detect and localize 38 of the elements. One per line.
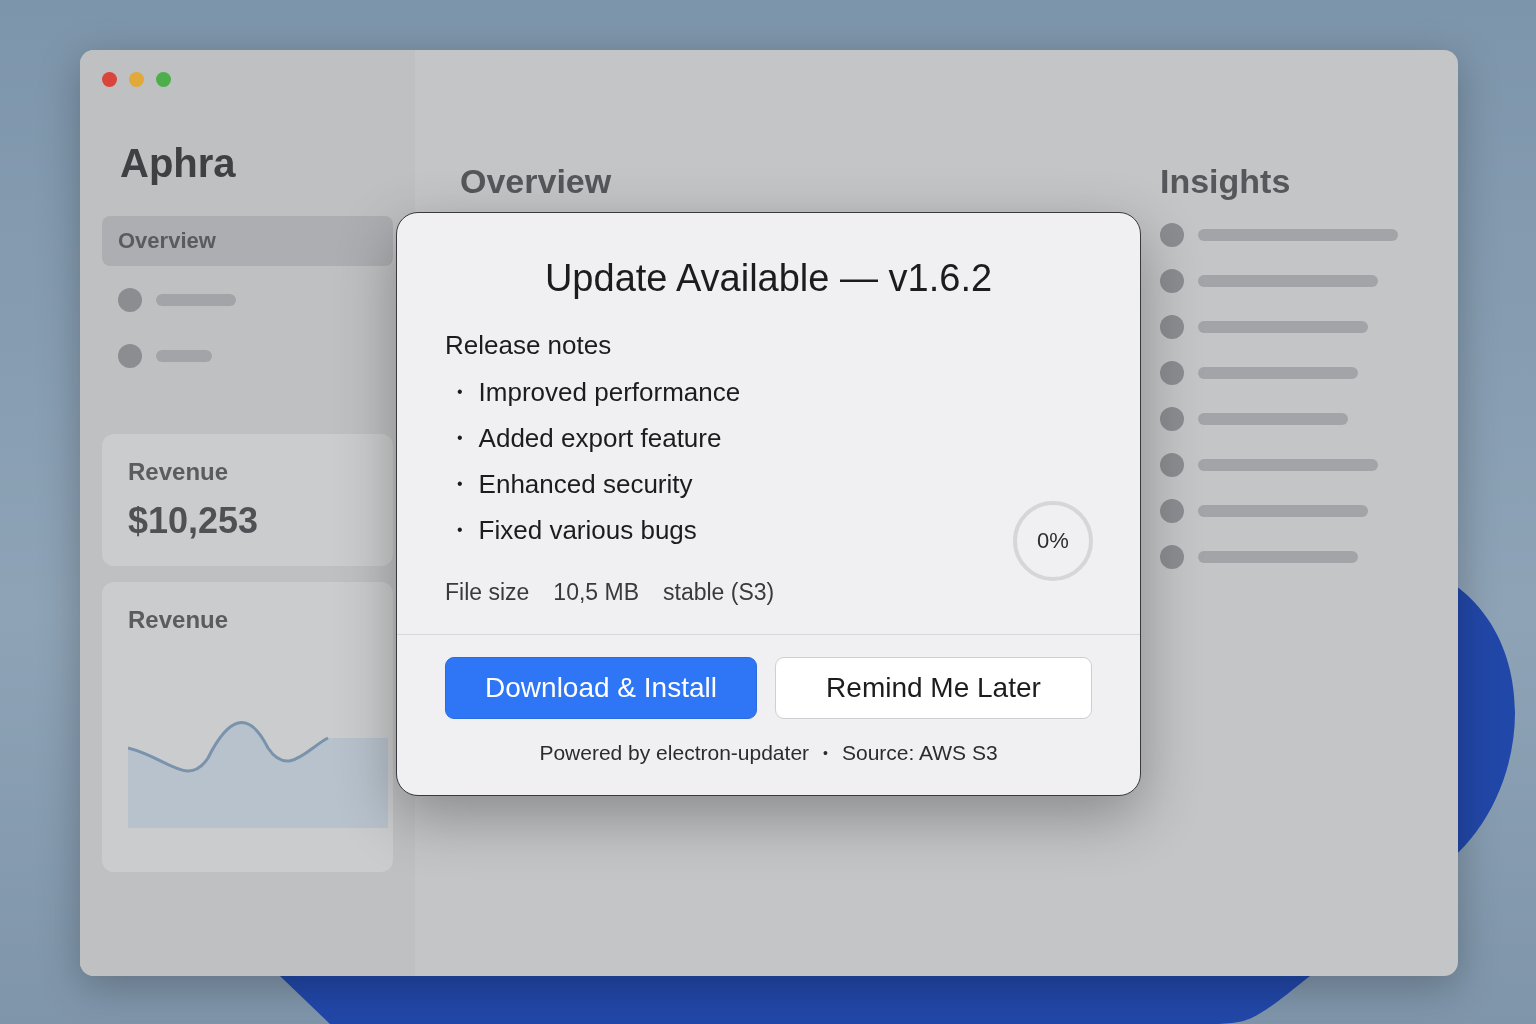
maximize-button[interactable] bbox=[156, 72, 171, 87]
release-note: Fixed various bugs bbox=[478, 514, 697, 547]
release-note: Added export feature bbox=[478, 422, 722, 455]
bullet-icon: • bbox=[457, 421, 463, 455]
close-button[interactable] bbox=[102, 72, 117, 87]
footer-text: Source: AWS S3 bbox=[841, 741, 998, 765]
separator-dot-icon: • bbox=[823, 745, 828, 761]
release-note: Enhanced security bbox=[478, 468, 693, 501]
activity-icon bbox=[1160, 545, 1184, 569]
section-heading: Insights bbox=[1160, 162, 1292, 201]
release-note: Improved performance bbox=[478, 376, 741, 409]
activity-icon bbox=[1160, 407, 1184, 431]
activity-icon bbox=[1160, 499, 1184, 523]
activity-icon bbox=[1160, 453, 1184, 477]
card-title: Revenue bbox=[128, 458, 230, 486]
blurred-label bbox=[156, 350, 212, 362]
dialog-title: Update Available — v1.6.2 bbox=[543, 257, 994, 300]
stat-value: $10,253 bbox=[128, 500, 260, 542]
minimize-button[interactable] bbox=[129, 72, 144, 87]
progress-percent: 0% bbox=[1037, 528, 1069, 554]
section-heading: Overview bbox=[460, 162, 613, 201]
footer-text: Powered by electron-updater bbox=[539, 741, 810, 765]
sidebar-item[interactable]: Overview bbox=[102, 216, 393, 266]
file-size-value: 10,5 MB bbox=[553, 579, 639, 606]
release-notes-heading: Release notes bbox=[445, 330, 613, 361]
download-install-button[interactable]: Download & Install bbox=[445, 657, 757, 719]
activity-icon bbox=[1160, 269, 1184, 293]
activity-icon bbox=[1160, 223, 1184, 247]
bullet-icon: • bbox=[457, 375, 463, 409]
channel-label: stable (S3) bbox=[663, 579, 775, 606]
bullet-icon: • bbox=[457, 513, 463, 547]
card-title: Revenue bbox=[128, 606, 230, 634]
file-size-label: File size bbox=[445, 579, 530, 606]
app-title: Aphra bbox=[120, 141, 237, 186]
activity-icon bbox=[1160, 315, 1184, 339]
bullet-icon: • bbox=[457, 467, 463, 501]
activity-icon bbox=[1160, 361, 1184, 385]
remind-later-button[interactable]: Remind Me Later bbox=[775, 657, 1092, 719]
